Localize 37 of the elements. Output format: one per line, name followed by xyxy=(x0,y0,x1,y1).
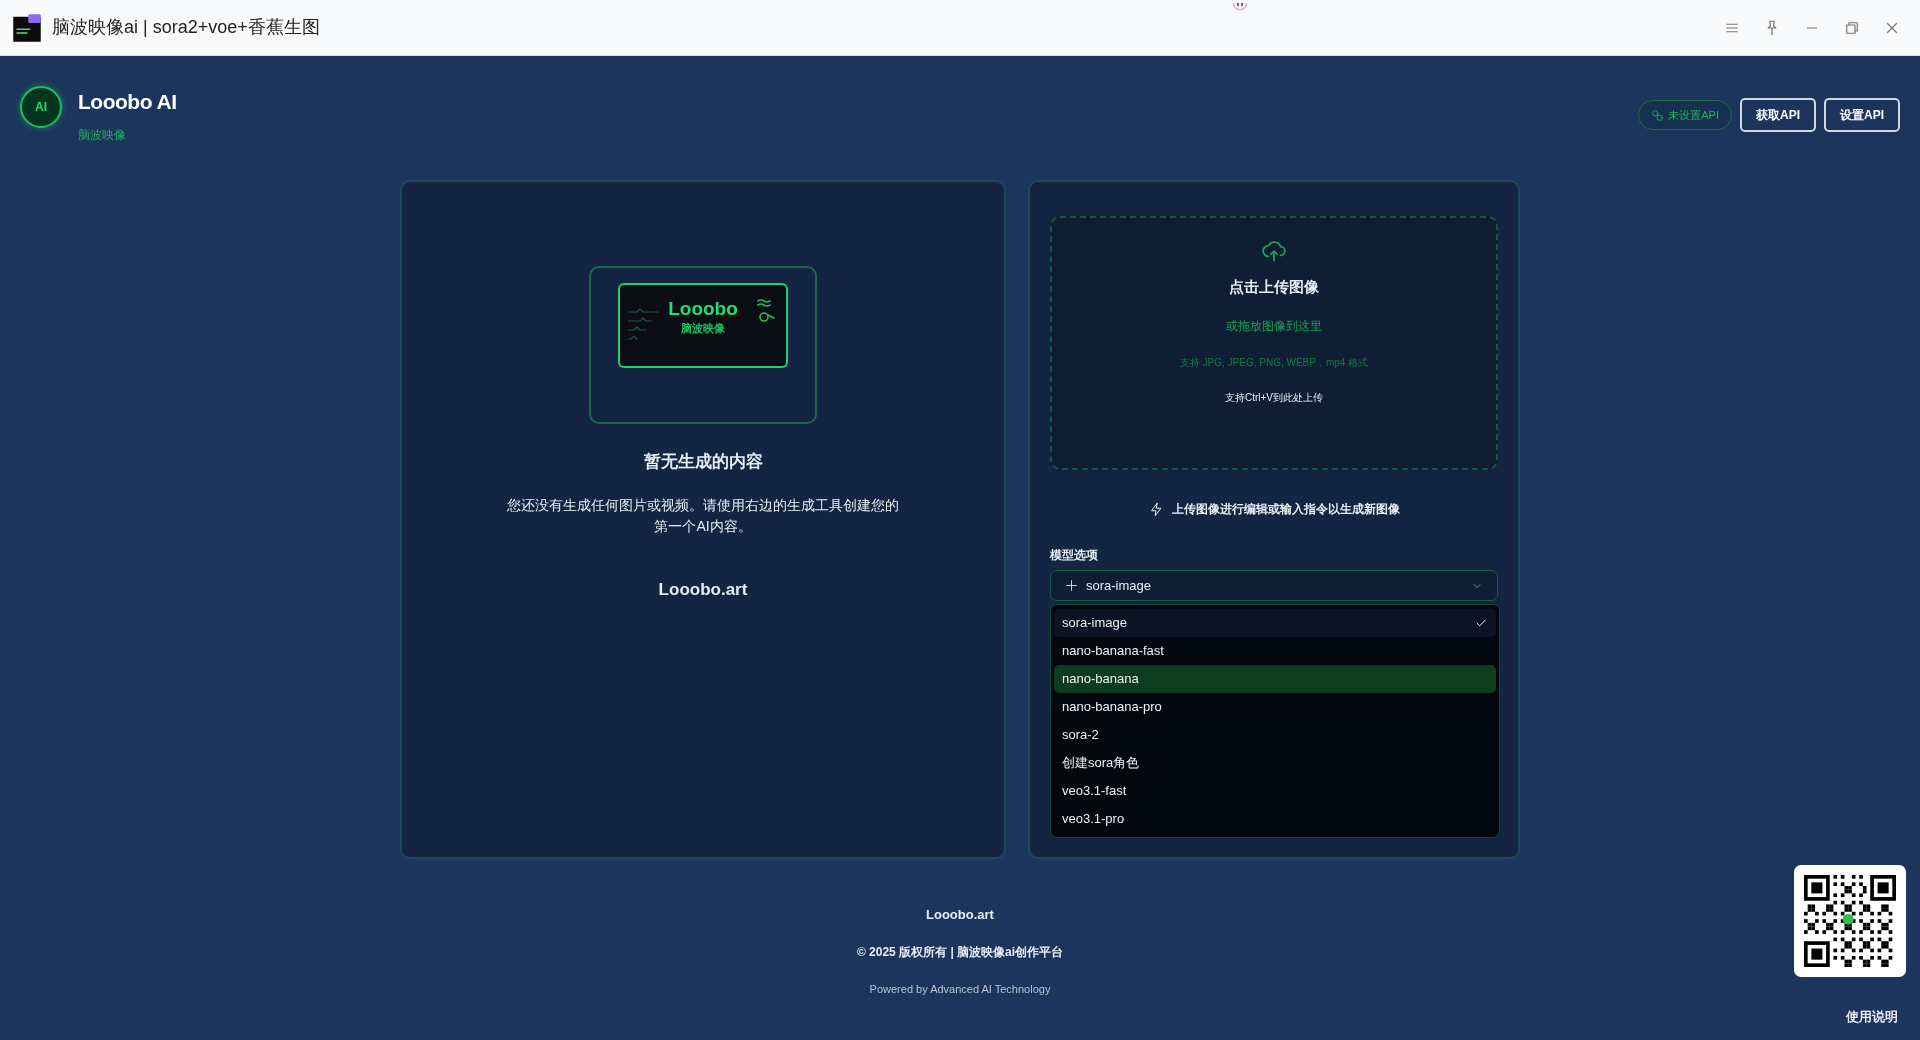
drag-hint: 或拖放图像到这里 xyxy=(1226,317,1322,335)
empty-state-title: 暂无生成的内容 xyxy=(643,451,763,473)
model-option[interactable]: veo3.1-fast xyxy=(1054,777,1496,805)
model-option[interactable]: 创建sora角色 xyxy=(1054,749,1496,777)
brand-logo: AI xyxy=(20,86,62,128)
format-hint: 支持 JPG, JPEG, PNG, WEBP，mp4 格式 xyxy=(1179,355,1369,370)
site-name: Looobo.art xyxy=(658,578,748,601)
qr-code-icon xyxy=(1804,875,1896,967)
copyright-text: © 2025 版权所有 | 脑波映像ai创作平台 xyxy=(856,943,1064,961)
app-subtitle: 脑波映像 xyxy=(78,126,127,144)
sparkle-icon xyxy=(1065,579,1078,592)
model-option[interactable]: nano-banana-pro xyxy=(1054,693,1496,721)
upload-dropzone[interactable]: 点击上传图像 或拖放图像到这里 支持 JPG, JPEG, PNG, WEBP，mp4 格式 支持Ctrl+V到此处上传 xyxy=(1050,216,1498,470)
logo-name: Looobo xyxy=(668,299,738,319)
model-option[interactable]: nano-banana xyxy=(1054,665,1496,693)
empty-state-text: 您还没有生成任何图片或视频。请使用右边的生成工具创建您的第一个AI内容。 xyxy=(506,495,900,536)
api-status-badge: 未设置API xyxy=(1638,99,1732,131)
api-button[interactable]: 设置API xyxy=(1824,98,1900,132)
model-select[interactable]: sora-image xyxy=(1050,570,1498,601)
powered-by-text: Powered by Advanced AI Technology xyxy=(869,981,1051,997)
model-option[interactable]: nano-banana-fast xyxy=(1054,637,1496,665)
upload-cloud-icon xyxy=(1261,238,1287,264)
lightning-icon xyxy=(1148,501,1164,517)
paste-hint: 支持Ctrl+V到此处上传 xyxy=(1224,390,1324,405)
model-option[interactable]: veo3.1-pro xyxy=(1054,805,1496,833)
api-button[interactable]: 获取API xyxy=(1739,98,1816,132)
model-option[interactable]: sora-image xyxy=(1054,609,1496,637)
window-title: 脑波映像ai | sora2+voe+香蕉生图 xyxy=(52,16,320,39)
model-option[interactable]: sora-2 xyxy=(1054,721,1496,749)
link-icon xyxy=(1651,108,1665,122)
app-icon xyxy=(12,12,42,43)
field-label: 模型选项 xyxy=(1050,547,1099,564)
logo-tagline: 脑波映像 xyxy=(681,321,725,337)
app-title: Looobo AI xyxy=(78,89,177,115)
upload-title: 点击上传图像 xyxy=(1229,277,1319,297)
footer-site-name: Looobo.art xyxy=(926,906,994,924)
instruction-text: 上传图像进行编辑或输入指令以生成新图像 xyxy=(1171,501,1400,518)
